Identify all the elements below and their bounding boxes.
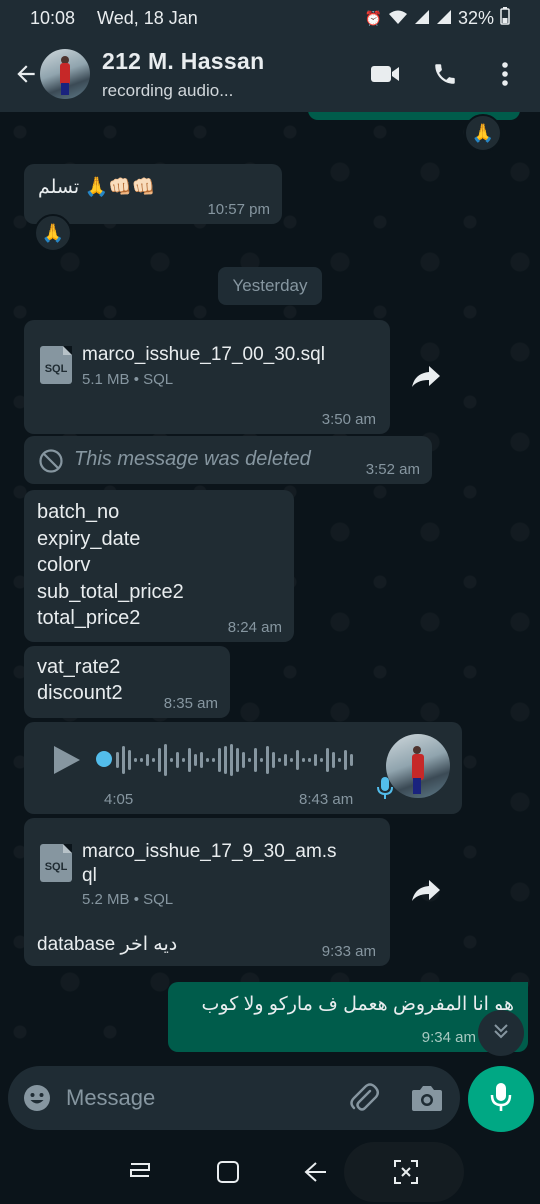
message-composer	[8, 1066, 460, 1130]
signal-icon	[414, 9, 430, 28]
message-line: vat_rate2	[37, 656, 121, 678]
date-chip: Yesterday	[218, 267, 322, 305]
message-time: 3:50 am	[321, 411, 376, 428]
contact-avatar[interactable]	[40, 49, 90, 99]
document-file-info: 5.2 MB • SQL	[82, 891, 174, 908]
back-nav-icon[interactable]	[296, 1152, 336, 1192]
contact-status: recording audio...	[102, 80, 234, 100]
voice-call-icon[interactable]	[422, 51, 468, 97]
deleted-icon	[38, 448, 64, 474]
battery-icon	[500, 6, 510, 30]
forward-icon[interactable]	[406, 870, 446, 910]
document-file-size: 5.2 MB	[82, 891, 130, 908]
attachment-icon[interactable]	[348, 1082, 380, 1114]
message-text: هو انا المفروض هعمل ف ماركو ولا كوب	[201, 994, 514, 1015]
status-indicators: ⏰ 32%	[364, 6, 510, 30]
deleted-text: This message was deleted	[74, 448, 311, 470]
double-chevron-down-icon	[491, 1021, 511, 1046]
document-message[interactable]: SQL marco_isshue_17_00_30.sql 5.1 MB • S…	[24, 320, 390, 434]
message-line: sub_total_price2	[37, 580, 184, 603]
document-file-name-line: ql	[82, 865, 97, 886]
message-bubble-outgoing[interactable]: هو انا المفروض هعمل ف ماركو ولا كوب 9:34…	[168, 982, 528, 1052]
more-options-icon[interactable]	[482, 51, 528, 97]
record-voice-button[interactable]	[468, 1066, 534, 1132]
forward-icon[interactable]	[406, 356, 446, 396]
message-bubble-incoming[interactable]: batch_no expiry_date colorv sub_total_pr…	[24, 490, 294, 642]
message-text: تسلم 🙏👊🏻👊🏻	[38, 177, 156, 198]
message-time: 9:33 am	[321, 943, 376, 960]
status-bar: 10:08 Wed, 18 Jan ⏰ 32%	[0, 0, 540, 36]
voice-message[interactable]: 4:05 8:43 am	[24, 722, 462, 814]
scroll-to-bottom-button[interactable]	[478, 1010, 524, 1056]
message-bubble-incoming[interactable]: vat_rate2 discount2 8:35 am	[24, 646, 230, 718]
message-time: 9:34 am	[421, 1029, 476, 1046]
message-time: 8:24 am	[227, 619, 282, 636]
header-actions	[348, 51, 528, 97]
message-bubble-incoming[interactable]: تسلم 🙏👊🏻👊🏻 10:57 pm	[24, 164, 282, 224]
voice-duration: 4:05	[104, 791, 134, 808]
signal-icon-2	[436, 9, 452, 28]
microphone-icon	[376, 776, 394, 800]
message-line: total_price2	[37, 607, 141, 629]
reaction-badge[interactable]: 🙏	[464, 114, 502, 152]
message-line: expiry_date	[37, 527, 141, 550]
video-call-icon[interactable]	[362, 51, 408, 97]
play-icon[interactable]	[50, 744, 82, 776]
message-time: 8:43 am	[299, 791, 354, 808]
reaction-badge[interactable]: 🙏	[34, 214, 72, 252]
sender-avatar	[386, 734, 450, 798]
document-file-name[interactable]: marco_isshue_17_00_30.sql	[82, 344, 325, 366]
status-time: 10:08	[30, 7, 76, 28]
audio-waveform[interactable]	[114, 740, 358, 780]
recent-apps-icon[interactable]	[120, 1152, 160, 1192]
chat-header: 212 M. Hassan recording audio...	[0, 36, 540, 112]
document-file-type: SQL	[143, 371, 174, 388]
document-file-size: 5.1 MB	[82, 371, 130, 388]
contact-info[interactable]: 212 M. Hassan recording audio...	[102, 48, 348, 101]
message-line: colorv	[37, 554, 91, 576]
wifi-icon	[388, 9, 408, 28]
document-file-type: SQL	[143, 891, 174, 908]
message-time: 3:52 am	[365, 461, 420, 478]
system-nav-bar	[0, 1140, 540, 1204]
sql-file-icon: SQL	[40, 346, 72, 384]
message-time: 10:57 pm	[207, 201, 270, 218]
sql-file-icon: SQL	[40, 844, 72, 882]
contact-name: 212 M. Hassan	[102, 47, 265, 74]
document-caption: database ديه اخر	[37, 934, 178, 955]
playback-position[interactable]	[96, 751, 112, 767]
document-message[interactable]: SQL marco_isshue_17_9_30_am.s ql 5.2 MB …	[24, 818, 390, 966]
message-time: 8:35 am	[163, 695, 218, 712]
emoji-icon[interactable]	[22, 1083, 52, 1113]
message-line: discount2	[37, 682, 123, 704]
status-date: Wed, 18 Jan	[97, 7, 198, 28]
document-file-name-line: marco_isshue_17_9_30_am.s	[82, 841, 337, 862]
message-line: batch_no	[37, 501, 120, 523]
home-icon[interactable]	[208, 1152, 248, 1192]
screen-capture-icon[interactable]	[386, 1152, 426, 1192]
document-file-info: 5.1 MB • SQL	[82, 371, 174, 388]
document-file-name[interactable]: marco_isshue_17_9_30_am.s ql	[82, 840, 337, 888]
camera-icon[interactable]	[410, 1082, 444, 1114]
battery-percent: 32%	[457, 7, 494, 28]
chat-area[interactable]: 🙏 تسلم 🙏👊🏻👊🏻 10:57 pm 🙏 Yesterday SQL ma…	[0, 112, 540, 1062]
message-input[interactable]	[66, 1076, 336, 1120]
alarm-icon: ⏰	[364, 9, 382, 26]
microphone-icon	[489, 1081, 513, 1118]
deleted-message[interactable]: This message was deleted 3:52 am	[24, 436, 432, 484]
